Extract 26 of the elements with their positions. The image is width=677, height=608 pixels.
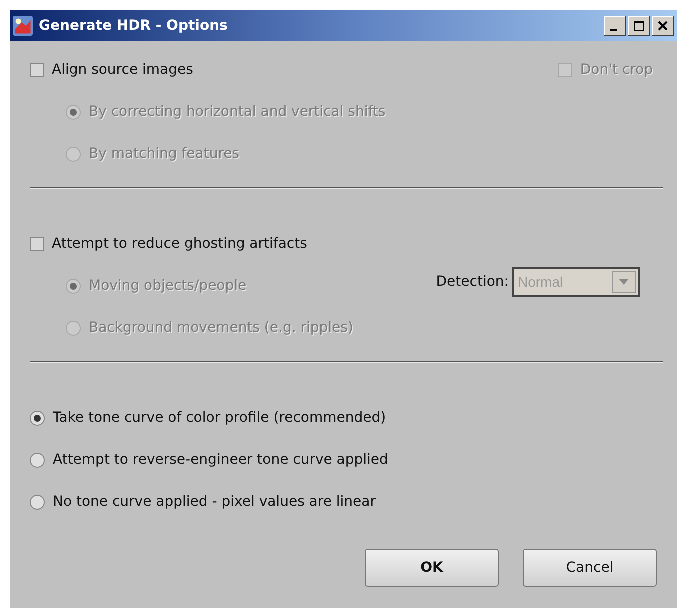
maximize-icon xyxy=(633,20,645,32)
detection-label: Detection: xyxy=(436,274,509,290)
checkbox-label: Don't crop xyxy=(580,62,653,78)
checkbox-label: Align source images xyxy=(52,62,194,78)
close-icon xyxy=(657,20,669,32)
checkbox[interactable] xyxy=(30,237,44,251)
minimize-button[interactable] xyxy=(604,16,626,36)
maximize-button[interactable] xyxy=(628,16,650,36)
checkbox[interactable] xyxy=(30,63,44,77)
close-button[interactable] xyxy=(652,16,674,36)
minimize-icon xyxy=(610,28,617,30)
app-icon xyxy=(13,16,33,36)
checkbox-label: Attempt to reduce ghosting artifacts xyxy=(52,236,308,252)
radio-button[interactable] xyxy=(30,410,45,426)
cancel-button[interactable]: Cancel xyxy=(523,549,657,587)
radio-button[interactable] xyxy=(30,494,45,510)
ok-button[interactable]: OK xyxy=(365,549,499,587)
radio-label: By matching features xyxy=(89,146,240,162)
radio-label: Moving objects/people xyxy=(89,278,247,294)
radio-label: No tone curve applied - pixel values are linear xyxy=(53,494,376,510)
window-title: Generate HDR - Options xyxy=(39,18,229,34)
radio-label: Attempt to reverse-engineer tone curve applied xyxy=(53,452,388,468)
radio-label: Background movements (e.g. ripples) xyxy=(89,320,354,336)
radio-label: Take tone curve of color profile (recommended) xyxy=(53,410,386,426)
radio-label: By correcting horizontal and vertical shifts xyxy=(89,104,386,120)
radio-button[interactable] xyxy=(30,452,45,468)
